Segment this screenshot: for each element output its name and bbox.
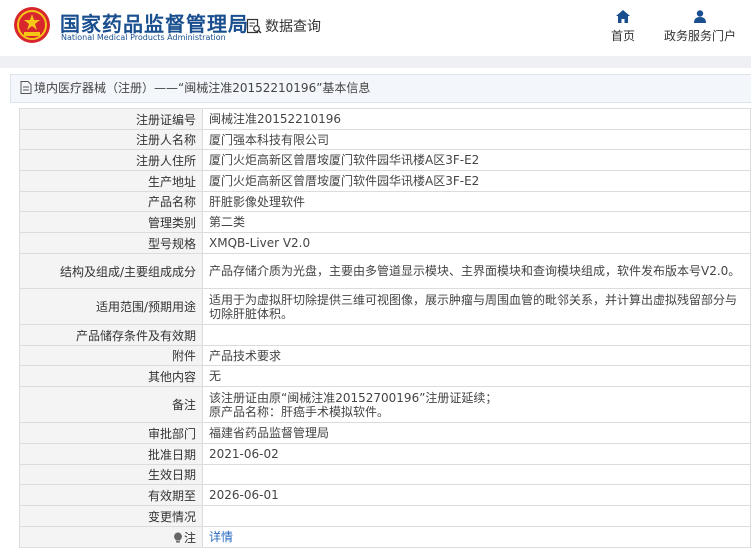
row-label: 生效日期 [19,464,203,485]
row-value: 闽械注准20152210196 [202,108,751,130]
row-value [202,324,751,346]
data-query-link[interactable]: 数据查询 [246,16,321,36]
table-row: 型号规格 XMQB-Liver V2.0 [19,232,751,254]
note-label-text: 注 [183,530,196,545]
row-label: 有效期至 [19,484,203,506]
row-value: 福建省药品监督管理局 [202,422,751,444]
nav-home[interactable]: 首页 [606,10,640,44]
tip-icon [174,532,182,543]
row-label: 备注 [19,386,203,423]
row-value: 无 [202,365,751,387]
table-row: 附件 产品技术要求 [19,345,751,366]
table-row: 备注 该注册证由原“闽械注准20152700196”注册证延续； 原产品名称：肝… [19,386,751,423]
table-row: 审批部门 福建省药品监督管理局 [19,422,751,444]
nav-home-label: 首页 [610,29,635,43]
row-label: 附件 [19,345,203,366]
row-label: 变更情况 [19,505,203,527]
table-row: 产品名称 肝脏影像处理软件 [19,191,751,212]
row-value: 适用于为虚拟肝切除提供三维可视图像，展示肿瘤与周围血管的毗邻关系，并计算出虚拟残… [202,288,751,325]
table-row: 注册人住所 厦门火炬高新区曾厝垵厦门软件园华讯楼A区3F-E2 [19,149,751,171]
site-header: 国家药品监督管理局 National Medical Products Admi… [0,0,751,56]
breadcrumb-text: 境内医疗器械（注册）——“闽械注准20152210196”基本信息 [34,81,371,95]
row-value: 第二类 [202,211,751,233]
table-row: 注册证编号 闽械注准20152210196 [19,108,751,130]
row-label: 管理类别 [19,211,203,233]
table-row: 结构及组成/主要组成成分 产品存储介质为光盘，主要由多管道显示模块、主界面模块和… [19,253,751,289]
row-value: 2021-06-02 [202,443,751,465]
row-label: 批准日期 [19,443,203,465]
breadcrumb: 境内医疗器械（注册）——“闽械注准20152210196”基本信息 [10,74,751,103]
table-row: 管理类别 第二类 [19,211,751,233]
table-row: 批准日期 2021-06-02 [19,443,751,465]
table-row: 生产地址 厦门火炬高新区曾厝垵厦门软件园华讯楼A区3F-E2 [19,170,751,192]
row-label: 注册人住所 [19,149,203,171]
search-doc-icon [246,18,262,34]
table-row: 有效期至 2026-06-01 [19,484,751,506]
row-value: 厦门火炬高新区曾厝垵厦门软件园华讯楼A区3F-E2 [202,149,751,171]
row-value [202,464,751,485]
details-link[interactable]: 详情 [209,530,233,544]
row-value: 2026-06-01 [202,484,751,506]
row-label: 注册人名称 [19,129,203,150]
row-label: 生产地址 [19,170,203,192]
row-value: 厦门强本科技有限公司 [202,129,751,150]
nav-service-portal[interactable]: 政务服务门户 [660,10,740,44]
row-value [202,505,751,527]
row-label: 产品名称 [19,191,203,212]
table-row: 生效日期 [19,464,751,485]
row-label: 适用范围/预期用途 [19,288,203,325]
row-label: 注册证编号 [19,108,203,130]
row-label: 其他内容 [19,365,203,387]
table-row: 适用范围/预期用途 适用于为虚拟肝切除提供三维可视图像，展示肿瘤与周围血管的毗邻… [19,288,751,325]
table-row: 产品储存条件及有效期 [19,324,751,346]
site-title-en: National Medical Products Administration [61,33,226,42]
header-divider [0,56,751,68]
table-row: 其他内容 无 [19,365,751,387]
device-info-table: 注册证编号 闽械注准20152210196 注册人名称 厦门强本科技有限公司 注… [19,108,751,548]
row-label: 产品储存条件及有效期 [19,324,203,346]
row-value: XMQB-Liver V2.0 [202,232,751,254]
note-label: 注 [19,526,203,548]
table-row: 变更情况 [19,505,751,527]
data-query-label: 数据查询 [265,19,321,35]
row-label: 结构及组成/主要组成成分 [19,253,203,289]
table-row: 注 详情 [19,526,751,548]
home-icon [616,10,630,23]
row-label: 型号规格 [19,232,203,254]
row-value: 产品技术要求 [202,345,751,366]
document-icon [20,81,32,94]
table-row: 注册人名称 厦门强本科技有限公司 [19,129,751,150]
note-value: 详情 [202,526,751,548]
row-value: 厦门火炬高新区曾厝垵厦门软件园华讯楼A区3F-E2 [202,170,751,192]
row-value: 产品存储介质为光盘，主要由多管道显示模块、主界面模块和查询模块组成，软件发布版本… [202,253,751,289]
nav-service-portal-label: 政务服务门户 [663,29,736,43]
user-icon [694,10,706,23]
row-value: 肝脏影像处理软件 [202,191,751,212]
national-emblem-icon [14,7,50,43]
row-label: 审批部门 [19,422,203,444]
row-value: 该注册证由原“闽械注准20152700196”注册证延续； 原产品名称：肝癌手术… [202,386,751,423]
